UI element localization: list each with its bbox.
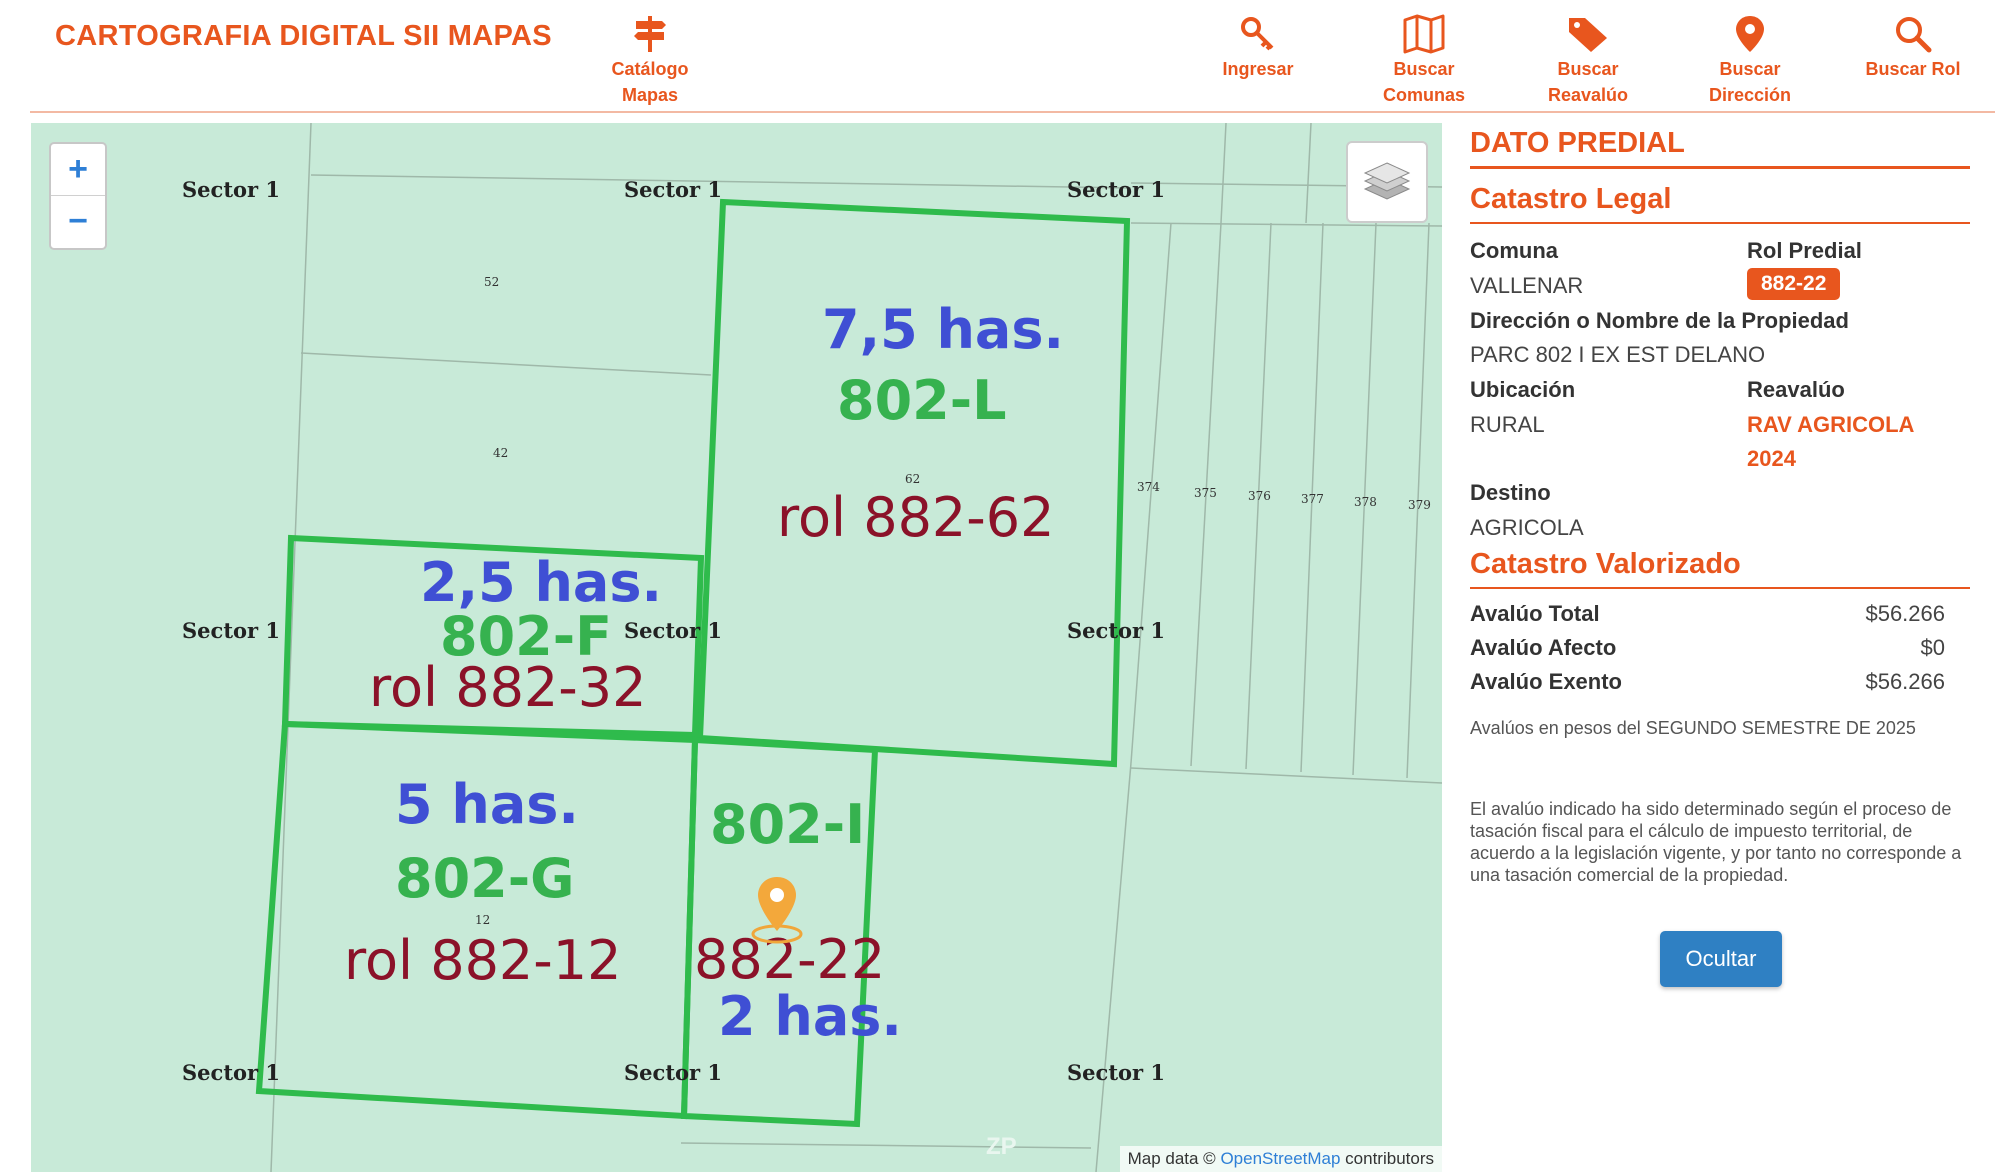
map-icon: [1403, 14, 1445, 54]
affected-appraisal-label: Avalúo Afecto: [1470, 635, 1617, 660]
parcel-rol-label: rol 882-32: [369, 656, 647, 719]
appraisal-disclaimer: El avalúo indicado ha sido determinado s…: [1470, 799, 1962, 885]
tag-icon: [1569, 18, 1607, 52]
login-button[interactable]: Ingresar: [1212, 14, 1304, 82]
parcel-code-label: 802-G: [395, 847, 575, 910]
map-attribution: Map data © OpenStreetMap contributors: [1119, 1146, 1442, 1172]
search-icon: [1896, 17, 1932, 53]
lot-number: 378: [1354, 495, 1377, 509]
section-divider: [1470, 587, 1970, 589]
zoom-out-button[interactable]: −: [51, 196, 105, 247]
search-rol-button[interactable]: Buscar Rol: [1860, 14, 1966, 82]
sector-label: Sector 1: [182, 1060, 281, 1085]
comuna-label: Comuna: [1470, 238, 1558, 263]
location-pin-icon: [1736, 16, 1764, 52]
map-watermark: ZP: [986, 1133, 1017, 1160]
sector-label: Sector 1: [1067, 177, 1166, 202]
parcel-area-label: 5 has.: [395, 773, 579, 836]
sector-label: Sector 1: [182, 177, 281, 202]
rol-predial-label: Rol Predial: [1747, 238, 1862, 263]
parcel-code-label: 802-L: [837, 369, 1007, 432]
map-canvas[interactable]: + − Sector 1 Sector 1 Sector 1 Sector 1 …: [31, 123, 1442, 1172]
panel-title: DATO PREDIAL: [1470, 127, 1685, 159]
parcel-area-label: 2 has.: [718, 985, 902, 1048]
layers-button[interactable]: [1346, 141, 1428, 223]
parcel-rol-label: rol 882-12: [344, 929, 622, 992]
search-address-button[interactable]: Buscar Dirección: [1700, 14, 1800, 108]
lot-number: 377: [1301, 492, 1324, 506]
zoom-in-button[interactable]: +: [51, 144, 105, 196]
address-value: PARC 802 I EX EST DELANO: [1470, 342, 1766, 367]
total-appraisal-value: $56.266: [1865, 601, 1945, 626]
exempt-appraisal-label: Avalúo Exento: [1470, 669, 1622, 694]
sector-label: Sector 1: [624, 618, 723, 643]
openstreetmap-link[interactable]: OpenStreetMap: [1220, 1149, 1340, 1168]
parcel-rol-label: rol 882-62: [777, 486, 1055, 549]
location-label: Ubicación: [1470, 377, 1576, 402]
destino-label: Destino: [1470, 480, 1551, 505]
reavaluo-label: Reavalúo: [1747, 377, 1845, 402]
lot-number: 374: [1137, 480, 1160, 494]
reavaluo-year: 2024: [1747, 446, 1796, 471]
affected-appraisal-value: $0: [1920, 635, 1945, 660]
total-appraisal-label: Avalúo Total: [1470, 601, 1600, 626]
address-label: Dirección o Nombre de la Propiedad: [1470, 308, 1849, 333]
sector-label: Sector 1: [1067, 618, 1166, 643]
search-communes-button[interactable]: Buscar Comunas: [1374, 14, 1474, 108]
parcel-code-label: 802-I: [710, 793, 866, 856]
map-marker-icon[interactable]: [747, 873, 807, 945]
legal-cadastre-title: Catastro Legal: [1470, 183, 1672, 215]
lot-number: 12: [475, 913, 491, 927]
panel-title-divider: [1470, 166, 1970, 169]
destino-value: AGRICOLA: [1470, 515, 1584, 540]
search-appraisal-button[interactable]: Buscar Reavalúo: [1538, 14, 1638, 108]
zoom-control: + −: [49, 142, 107, 250]
catalog-maps-button[interactable]: Catálogo Mapas: [605, 14, 695, 108]
sector-label: Sector 1: [1067, 1060, 1166, 1085]
sector-label: Sector 1: [182, 618, 281, 643]
rol-predial-badge: 882-22: [1747, 268, 1841, 300]
sector-label: Sector 1: [624, 1060, 723, 1085]
layers-icon: [1363, 162, 1411, 200]
parcel-area-label: 7,5 has.: [822, 298, 1064, 361]
signpost-icon: [634, 16, 666, 52]
section-divider: [1470, 222, 1970, 224]
header-divider: [30, 111, 1995, 113]
location-value: RURAL: [1470, 412, 1545, 437]
lot-number: 379: [1408, 498, 1431, 512]
sector-label: Sector 1: [624, 177, 723, 202]
comuna-value: VALLENAR: [1470, 273, 1584, 298]
valued-cadastre-title: Catastro Valorizado: [1470, 548, 1741, 580]
lot-number: 42: [493, 446, 509, 460]
lot-number: 375: [1194, 486, 1217, 500]
key-icon: [1241, 17, 1274, 51]
reavaluo-value: RAV AGRICOLA: [1747, 412, 1915, 437]
exempt-appraisal-value: $56.266: [1865, 669, 1945, 694]
currency-note: Avalúos en pesos del SEGUNDO SEMESTRE DE…: [1470, 718, 1916, 738]
lot-number: 376: [1248, 489, 1271, 503]
app-title: CARTOGRAFIA DIGITAL SII MAPAS: [55, 20, 552, 52]
lot-number: 62: [905, 472, 921, 486]
hide-button[interactable]: Ocultar: [1660, 931, 1782, 987]
lot-number: 52: [484, 275, 500, 289]
